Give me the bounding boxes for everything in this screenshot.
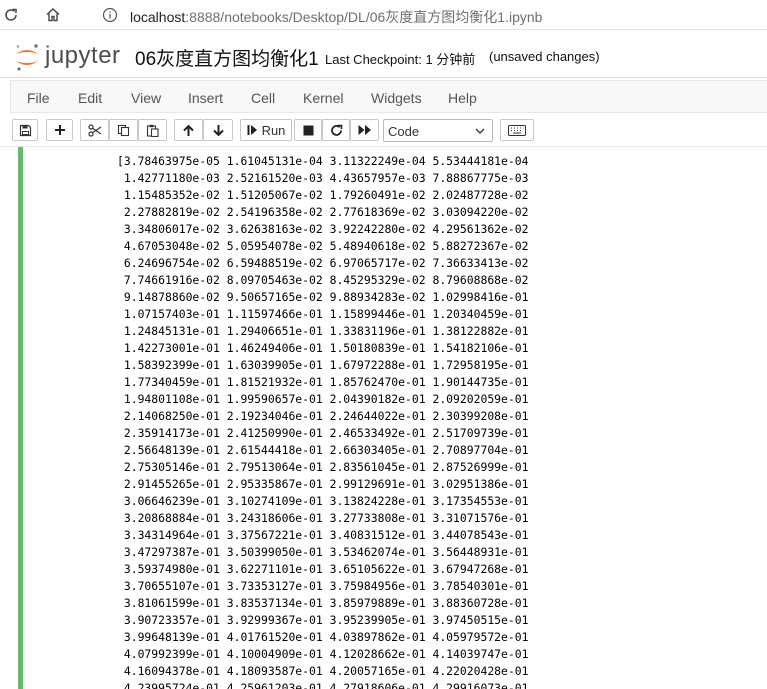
run-label: Run xyxy=(261,122,286,138)
output-line: 1.24845131e-01 1.29406651e-01 1.33831196… xyxy=(117,324,529,338)
output-line: 2.27882819e-02 2.54196358e-02 2.77618369… xyxy=(117,205,529,219)
output-line: 2.14068250e-01 2.19234046e-01 2.24644022… xyxy=(117,409,529,423)
output-line: 1.42273001e-01 1.46249406e-01 1.50180839… xyxy=(117,341,529,355)
output-line: 3.59374980e-01 3.62271101e-01 3.65105622… xyxy=(117,562,529,576)
command-palette-button[interactable] xyxy=(500,119,534,141)
copy-button[interactable] xyxy=(109,119,138,141)
restart-kernel-button[interactable] xyxy=(322,119,350,141)
paste-icon xyxy=(146,124,159,137)
autosave-status: (unsaved changes) xyxy=(489,49,600,64)
output-line: 3.47297387e-01 3.50399050e-01 3.53462074… xyxy=(117,545,529,559)
fast-forward-icon xyxy=(358,125,371,135)
move-up-button[interactable] xyxy=(174,119,203,141)
step-forward-icon xyxy=(247,125,257,135)
output-line: 3.20868884e-01 3.24318606e-01 3.27733808… xyxy=(117,511,529,525)
url-text[interactable]: localhost:8888/notebooks/Desktop/DL/06灰度… xyxy=(130,7,542,27)
jupyter-wordmark: jupyter xyxy=(45,42,121,69)
chevron-down-icon xyxy=(475,128,485,134)
save-icon xyxy=(19,124,31,136)
notebook-container: [3.78463975e-05 1.61045131e-04 3.1132224… xyxy=(0,146,767,689)
output-line: 3.81061599e-01 3.83537134e-01 3.85979889… xyxy=(117,596,529,610)
output-line: 1.07157403e-01 1.11597466e-01 1.15899446… xyxy=(117,307,529,321)
run-button[interactable]: Run xyxy=(240,119,292,141)
cell-output: [3.78463975e-05 1.61045131e-04 3.1132224… xyxy=(117,153,528,689)
output-line: 1.58392399e-01 1.63039905e-01 1.67972288… xyxy=(117,358,529,372)
interrupt-kernel-button[interactable] xyxy=(294,119,322,141)
stop-icon xyxy=(303,125,313,135)
url-path: :8888/notebooks/Desktop/DL/06灰度直方图均衡化1.i… xyxy=(185,9,543,25)
reload-icon[interactable] xyxy=(2,6,20,24)
menu-bar: File Edit View Insert Cell Kernel Widget… xyxy=(10,80,767,113)
output-line: 4.16094378e-01 4.18093587e-01 4.20057165… xyxy=(117,664,529,678)
notebook-title[interactable]: 06灰度直方图均衡化1 xyxy=(135,44,319,71)
home-icon[interactable] xyxy=(44,6,62,24)
insert-cell-button[interactable] xyxy=(46,119,73,141)
output-line: 2.75305146e-01 2.79513064e-01 2.83561045… xyxy=(117,460,529,474)
menu-help[interactable]: Help xyxy=(448,90,477,106)
output-line: 1.77340459e-01 1.81521932e-01 1.85762470… xyxy=(117,375,529,389)
menu-widgets[interactable]: Widgets xyxy=(371,90,422,106)
output-line: 3.34806017e-02 3.62638163e-02 3.92242280… xyxy=(117,222,529,236)
menu-kernel[interactable]: Kernel xyxy=(303,90,343,106)
output-line: 2.91455265e-01 2.95335867e-01 2.99129691… xyxy=(117,477,529,491)
output-line: 3.90723357e-01 3.92999367e-01 3.95239905… xyxy=(117,613,529,627)
save-button[interactable] xyxy=(12,119,38,141)
cell-type-select[interactable]: Code xyxy=(383,119,493,142)
output-line: 1.94801108e-01 1.99590657e-01 2.04390182… xyxy=(117,392,529,406)
scissors-icon xyxy=(87,123,101,137)
move-down-button[interactable] xyxy=(203,119,233,141)
output-line: [3.78463975e-05 1.61045131e-04 3.1132224… xyxy=(117,154,529,168)
paste-button[interactable] xyxy=(138,119,167,141)
restart-run-all-button[interactable] xyxy=(350,119,379,141)
url-host: localhost xyxy=(130,9,186,25)
copy-icon xyxy=(117,124,130,136)
jupyter-header: jupyter 06灰度直方图均衡化1 Last Checkpoint: 1 分… xyxy=(0,30,767,78)
arrow-up-icon xyxy=(183,124,194,136)
output-line: 3.06646239e-01 3.10274109e-01 3.13824228… xyxy=(117,494,529,508)
plus-icon xyxy=(54,125,65,135)
output-line: 2.56648139e-01 2.61544418e-01 2.66303405… xyxy=(117,443,529,457)
output-line: 3.70655107e-01 3.73353127e-01 3.75984956… xyxy=(117,579,529,593)
selected-cell-indicator xyxy=(18,147,23,689)
jupyter-logo[interactable]: jupyter xyxy=(14,42,124,72)
output-line: 4.23995724e-01 4.25961203e-01 4.27918606… xyxy=(117,681,529,689)
address-bar[interactable]: localhost:8888/notebooks/Desktop/DL/06灰度… xyxy=(92,2,767,28)
output-line: 4.07992399e-01 4.10004909e-01 4.12028662… xyxy=(117,647,529,661)
keyboard-icon xyxy=(508,124,526,136)
menu-view[interactable]: View xyxy=(131,90,161,106)
output-line: 1.15485352e-02 1.51205067e-02 1.79260491… xyxy=(117,188,529,202)
menu-insert[interactable]: Insert xyxy=(188,90,223,106)
output-line: 1.42771180e-03 2.52161520e-03 4.43657957… xyxy=(117,171,529,185)
output-line: 6.24696754e-02 6.59488519e-02 6.97065717… xyxy=(117,256,529,270)
arrow-down-icon xyxy=(212,124,224,136)
browser-toolbar: localhost:8888/notebooks/Desktop/DL/06灰度… xyxy=(0,0,767,30)
menu-edit[interactable]: Edit xyxy=(78,90,102,106)
info-icon[interactable] xyxy=(102,7,118,23)
notebook-toolbar: Run Code xyxy=(0,114,767,146)
output-line: 7.74661916e-02 8.09705463e-02 8.45295329… xyxy=(117,273,529,287)
output-line: 9.14878860e-02 9.50657165e-02 9.88934283… xyxy=(117,290,529,304)
menu-file[interactable]: File xyxy=(27,90,50,106)
jupyter-logo-icon xyxy=(16,44,38,71)
output-line: 3.99648139e-01 4.01761520e-01 4.03897862… xyxy=(117,630,529,644)
cell-type-value: Code xyxy=(388,124,420,139)
output-line: 3.34314964e-01 3.37567221e-01 3.40831512… xyxy=(117,528,529,542)
output-line: 2.35914173e-01 2.41250990e-01 2.46533492… xyxy=(117,426,529,440)
output-line: 4.67053048e-02 5.05954078e-02 5.48940618… xyxy=(117,239,529,253)
restart-icon xyxy=(330,124,342,136)
cut-button[interactable] xyxy=(80,119,109,141)
menu-cell[interactable]: Cell xyxy=(251,90,275,106)
last-checkpoint: Last Checkpoint: 1 分钟前 xyxy=(325,52,476,67)
